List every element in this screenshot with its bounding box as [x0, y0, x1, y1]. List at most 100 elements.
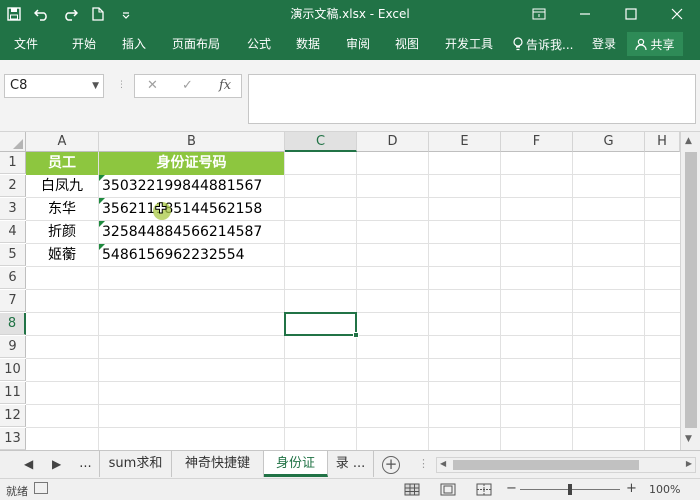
row-header-4[interactable]: 4: [0, 221, 26, 243]
chevron-down-icon: [122, 12, 130, 19]
cell-b4[interactable]: 325844884566214587: [102, 221, 262, 243]
cell-a1-header[interactable]: 员工: [26, 152, 98, 175]
normal-view-icon[interactable]: [402, 482, 422, 497]
active-cell-c8[interactable]: [284, 312, 359, 338]
undo-icon: [34, 9, 47, 21]
sheet-tab-shortcuts[interactable]: 神奇快捷键: [172, 451, 264, 477]
zoom-slider[interactable]: [520, 484, 620, 495]
row-header-3[interactable]: 3: [0, 198, 26, 220]
row-header-11[interactable]: 11: [0, 382, 26, 404]
zoom-out-button[interactable]: −: [506, 481, 517, 496]
page-break-view-icon[interactable]: [474, 482, 494, 497]
vertical-scroll-thumb[interactable]: [685, 152, 697, 428]
tab-insert[interactable]: 插入: [122, 28, 146, 60]
tab-split-handle-icon[interactable]: ⋮: [418, 457, 429, 470]
close-button[interactable]: [654, 0, 700, 28]
name-box-dropdown-icon[interactable]: ▼: [92, 75, 99, 97]
macro-record-icon[interactable]: [34, 482, 48, 494]
cell-a5[interactable]: 姬蘅: [26, 244, 98, 266]
tab-page-layout[interactable]: 页面布局: [172, 28, 220, 60]
scroll-up-icon[interactable]: ▲: [685, 136, 692, 146]
cell-a4[interactable]: 折颜: [26, 221, 98, 243]
title-bar: 演示文稿.xlsx - Excel: [0, 0, 700, 28]
tab-data[interactable]: 数据: [296, 28, 320, 60]
horizontal-scrollbar[interactable]: ◀ ▶: [436, 457, 696, 473]
tell-me-search[interactable]: 告诉我...: [513, 28, 573, 60]
confirm-entry-icon[interactable]: ✓: [182, 78, 193, 93]
cancel-entry-icon[interactable]: ✕: [147, 78, 158, 93]
redo-button[interactable]: [56, 0, 84, 28]
scroll-right-icon[interactable]: ▶: [686, 459, 692, 468]
tab-view[interactable]: 视图: [395, 28, 419, 60]
cell-b2[interactable]: 350322199844881567: [102, 175, 262, 197]
sheet-tab-id-card[interactable]: 身份证: [264, 451, 328, 477]
page-layout-view-icon[interactable]: [438, 482, 458, 497]
column-header-h[interactable]: H: [645, 132, 680, 152]
next-sheet-icon[interactable]: ▶: [52, 457, 61, 471]
row-header-5[interactable]: 5: [0, 244, 26, 266]
name-box[interactable]: C8 ▼: [4, 74, 104, 98]
cell-b5[interactable]: 5486156962232554: [102, 244, 245, 266]
formula-input[interactable]: [248, 74, 696, 124]
tab-file[interactable]: 文件: [14, 28, 38, 60]
sign-in-link[interactable]: 登录: [592, 28, 616, 60]
customize-qat-button[interactable]: [112, 0, 140, 28]
column-header-d[interactable]: D: [357, 132, 429, 152]
sheet-tab-overflow-left[interactable]: ...: [72, 451, 100, 477]
column-header-f[interactable]: F: [501, 132, 573, 152]
scroll-down-icon[interactable]: ▼: [685, 434, 692, 444]
column-header-g[interactable]: G: [573, 132, 645, 152]
column-header-e[interactable]: E: [429, 132, 501, 152]
previous-sheet-icon[interactable]: ◀: [24, 457, 33, 471]
tab-home[interactable]: 开始: [72, 28, 96, 60]
row-header-8[interactable]: 8: [0, 313, 26, 335]
sheet-tab-sum[interactable]: sum求和: [100, 451, 172, 477]
save-button[interactable]: [0, 0, 28, 28]
fill-handle[interactable]: [353, 332, 359, 338]
maximize-button[interactable]: [608, 0, 654, 28]
cell-a2[interactable]: 白凤九: [26, 175, 98, 197]
row-header-1[interactable]: 1: [0, 152, 26, 174]
tab-review[interactable]: 审阅: [346, 28, 370, 60]
row-header-13[interactable]: 13: [0, 428, 26, 450]
minimize-button[interactable]: [562, 0, 608, 28]
row-header-7[interactable]: 7: [0, 290, 26, 312]
status-ready: 就绪: [6, 485, 28, 498]
lightbulb-icon: [513, 37, 523, 51]
tab-developer[interactable]: 开发工具: [445, 28, 493, 60]
scroll-left-icon[interactable]: ◀: [440, 459, 446, 468]
select-all-corner[interactable]: [0, 132, 26, 152]
zoom-slider-knob[interactable]: [568, 484, 572, 495]
row-header-10[interactable]: 10: [0, 359, 26, 381]
drag-handle-icon[interactable]: ⋮: [117, 80, 126, 90]
cell-b1-header[interactable]: 身份证号码: [99, 152, 284, 175]
row-header-12[interactable]: 12: [0, 405, 26, 427]
ribbon-display-options-button[interactable]: [516, 0, 562, 28]
column-header-a[interactable]: A: [26, 132, 99, 152]
worksheet-grid[interactable]: 员工 身份证号码 白凤九 350322199844881567 东华 35621…: [26, 152, 680, 450]
cell-b3[interactable]: 356211185144562158: [102, 198, 262, 220]
tab-formulas[interactable]: 公式: [247, 28, 271, 60]
mouse-cursor-icon: [153, 201, 171, 220]
insert-function-button[interactable]: fx: [219, 78, 231, 93]
formula-buttons: ✕ ✓ fx: [134, 74, 242, 98]
column-header-c[interactable]: C: [285, 132, 357, 152]
zoom-level[interactable]: 100%: [649, 483, 680, 496]
zoom-in-button[interactable]: +: [626, 481, 637, 496]
text-number-indicator: [99, 244, 105, 250]
undo-button[interactable]: [28, 0, 56, 28]
column-header-b[interactable]: B: [99, 132, 285, 152]
add-sheet-button[interactable]: +: [382, 456, 400, 474]
cell-a3[interactable]: 东华: [26, 198, 98, 220]
ribbon-options-icon: [532, 8, 546, 20]
maximize-icon: [625, 8, 637, 20]
close-icon: [671, 8, 683, 20]
share-button[interactable]: 共享: [627, 32, 683, 56]
vertical-scrollbar[interactable]: ▲ ▼: [680, 132, 700, 450]
horizontal-scroll-thumb[interactable]: [453, 460, 639, 470]
row-header-9[interactable]: 9: [0, 336, 26, 358]
row-header-2[interactable]: 2: [0, 175, 26, 197]
new-file-button[interactable]: [84, 0, 112, 28]
sheet-tab-overflow-right[interactable]: 录 ...: [328, 451, 374, 477]
row-header-6[interactable]: 6: [0, 267, 26, 289]
